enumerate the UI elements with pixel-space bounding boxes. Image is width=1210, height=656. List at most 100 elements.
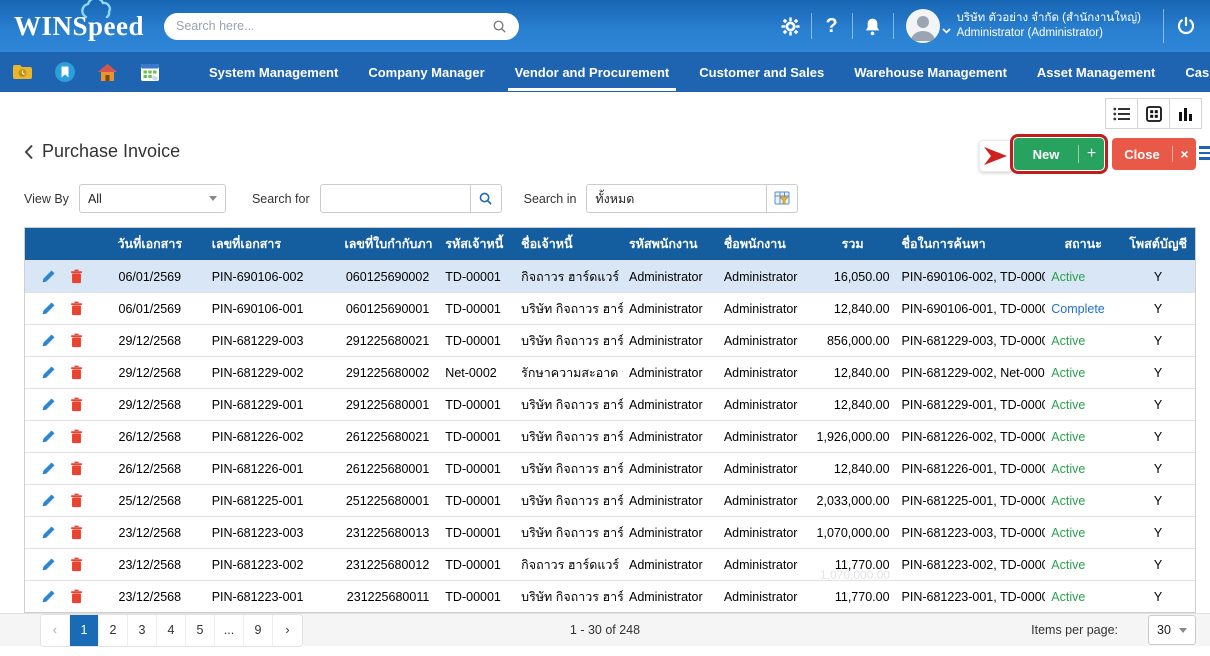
column-header-1[interactable]: วันที่เอกสาร (100, 234, 200, 254)
edit-pencil-icon[interactable] (41, 557, 56, 572)
nav-item-6[interactable]: Cash Management (1170, 52, 1210, 92)
edit-pencil-icon[interactable] (41, 333, 56, 348)
edit-pencil-icon[interactable] (41, 269, 56, 284)
column-header-6[interactable]: รหัสพนักงาน (623, 234, 718, 254)
cell-total: 856,000.00 (810, 334, 896, 348)
menu-hamburger-icon[interactable] (1199, 146, 1210, 160)
table-row[interactable]: 23/12/2568PIN-681223-002231225680012TD-0… (25, 548, 1195, 580)
user-role: Administrator (Administrator) (957, 26, 1141, 41)
avatar (906, 9, 940, 43)
home-icon[interactable] (97, 63, 118, 82)
cell-posted: Y (1121, 462, 1195, 476)
column-header-8[interactable]: รวม (810, 234, 896, 254)
cell-vendor_code: TD-00001 (439, 526, 515, 540)
column-header-3[interactable]: เลขที่ใบกำกับภา (334, 234, 439, 254)
table-row[interactable]: 23/12/2568PIN-681223-001231225680011TD-0… (25, 580, 1195, 612)
global-search-input[interactable] (176, 19, 492, 33)
user-menu[interactable]: บริษัท ตัวอย่าง จำกัด (สำนักงานใหญ่) Adm… (906, 9, 1141, 43)
table-row[interactable]: 25/12/2568PIN-681225-001251225680001TD-0… (25, 484, 1195, 516)
edit-pencil-icon[interactable] (41, 429, 56, 444)
edit-pencil-icon[interactable] (41, 397, 56, 412)
delete-trash-icon[interactable] (70, 397, 83, 412)
nav-item-4[interactable]: Warehouse Management (839, 52, 1022, 92)
nav-item-5[interactable]: Asset Management (1022, 52, 1170, 92)
close-x-icon[interactable]: × (1172, 146, 1196, 162)
nav-item-0[interactable]: System Management (194, 52, 353, 92)
new-button[interactable]: New + (1014, 138, 1104, 170)
search-in-input[interactable] (586, 184, 767, 213)
cell-vendor_code: TD-00001 (439, 462, 515, 476)
edit-pencil-icon[interactable] (41, 525, 56, 540)
table-row[interactable]: 29/12/2568PIN-681229-002291225680002Net-… (25, 356, 1195, 388)
table-row[interactable]: 23/12/2568PIN-681223-003231225680013TD-0… (25, 516, 1195, 548)
delete-trash-icon[interactable] (70, 557, 83, 572)
cell-emp_name: Administrator (718, 462, 810, 476)
cell-search_name: PIN-681223-002, TD-00001 (896, 558, 1046, 572)
notifications-bell-icon[interactable] (853, 17, 893, 36)
edit-pencil-icon[interactable] (41, 461, 56, 476)
cell-posted: Y (1121, 590, 1195, 604)
logout-power-icon[interactable] (1176, 16, 1196, 36)
table-row[interactable]: 06/01/2569PIN-690106-002060125690002TD-0… (25, 260, 1195, 292)
cell-status: Active (1045, 494, 1121, 508)
table-row[interactable]: 26/12/2568PIN-681226-002261225680021TD-0… (25, 420, 1195, 452)
delete-trash-icon[interactable] (70, 269, 83, 284)
nav-item-3[interactable]: Customer and Sales (684, 52, 839, 92)
nav-item-1[interactable]: Company Manager (353, 52, 499, 92)
cell-search_name: PIN-681223-001, TD-00001 (896, 590, 1046, 604)
search-for-button[interactable] (471, 184, 502, 213)
table-row[interactable]: 26/12/2568PIN-681226-001261225680001TD-0… (25, 452, 1195, 484)
cell-doc_no: PIN-681226-002 (200, 430, 335, 444)
chart-view-icon[interactable] (1169, 98, 1202, 129)
column-header-10[interactable]: สถานะ (1045, 234, 1121, 254)
plus-icon[interactable]: + (1078, 145, 1104, 163)
row-actions (25, 365, 100, 380)
delete-trash-icon[interactable] (70, 429, 83, 444)
list-view-icon[interactable] (1105, 98, 1138, 129)
delete-trash-icon[interactable] (70, 365, 83, 380)
delete-trash-icon[interactable] (70, 333, 83, 348)
back-chevron-icon[interactable] (24, 144, 34, 160)
red-arrow-icon (983, 145, 1009, 167)
delete-trash-icon[interactable] (70, 589, 83, 604)
search-in-filter-button[interactable] (767, 184, 798, 213)
cell-posted: Y (1121, 526, 1195, 540)
settings-gear-icon[interactable] (771, 17, 811, 36)
cell-vendor_name: บริษัท กิจถาวร ฮาร์ดแวร์ (515, 427, 623, 447)
column-header-4[interactable]: รหัสเจ้าหนี้ (439, 234, 515, 254)
edit-pencil-icon[interactable] (41, 493, 56, 508)
calendar-grid-icon[interactable] (140, 63, 160, 82)
column-header-7[interactable]: ชื่อพนักงาน (718, 234, 810, 254)
table-row[interactable]: 29/12/2568PIN-681229-001291225680001TD-0… (25, 388, 1195, 420)
edit-pencil-icon[interactable] (41, 301, 56, 316)
edit-pencil-icon[interactable] (41, 589, 56, 604)
table-row[interactable]: 06/01/2569PIN-690106-001060125690001TD-0… (25, 292, 1195, 324)
column-header-2[interactable]: เลขที่เอกสาร (200, 234, 335, 254)
cell-search_name: PIN-681229-002, Net-0002 (896, 366, 1046, 380)
cell-emp_code: Administrator (623, 526, 718, 540)
cell-total: 12,840.00 (810, 398, 896, 412)
column-header-5[interactable]: ชื่อเจ้าหนี้ (515, 234, 623, 254)
nav-item-2[interactable]: Vendor and Procurement (500, 52, 685, 92)
cell-doc_no: PIN-681223-003 (200, 526, 335, 540)
search-icon[interactable] (492, 19, 507, 34)
delete-trash-icon[interactable] (70, 461, 83, 476)
edit-pencil-icon[interactable] (41, 365, 56, 380)
cell-vendor_code: TD-00001 (439, 430, 515, 444)
recent-documents-icon[interactable] (12, 64, 33, 81)
table-row[interactable]: 29/12/2568PIN-681229-003291225680021TD-0… (25, 324, 1195, 356)
close-button[interactable]: Close × (1112, 138, 1196, 170)
items-per-page-select[interactable]: 30 (1148, 615, 1196, 645)
column-header-11[interactable]: โพสต์บัญชี (1121, 234, 1195, 254)
cell-vendor_name: บริษัท กิจถาวร ฮาร์ดแวร์ (515, 459, 623, 479)
view-by-select[interactable]: All (79, 184, 226, 213)
bookmark-icon[interactable] (55, 62, 75, 82)
delete-trash-icon[interactable] (70, 525, 83, 540)
search-for-input[interactable] (320, 184, 471, 213)
column-header-9[interactable]: ชื่อในการค้นหา (896, 234, 1046, 254)
delete-trash-icon[interactable] (70, 493, 83, 508)
delete-trash-icon[interactable] (70, 301, 83, 316)
cell-tax_no: 261225680021 (334, 430, 439, 444)
help-icon[interactable]: ? (812, 15, 852, 38)
grid-view-icon[interactable] (1137, 98, 1170, 129)
